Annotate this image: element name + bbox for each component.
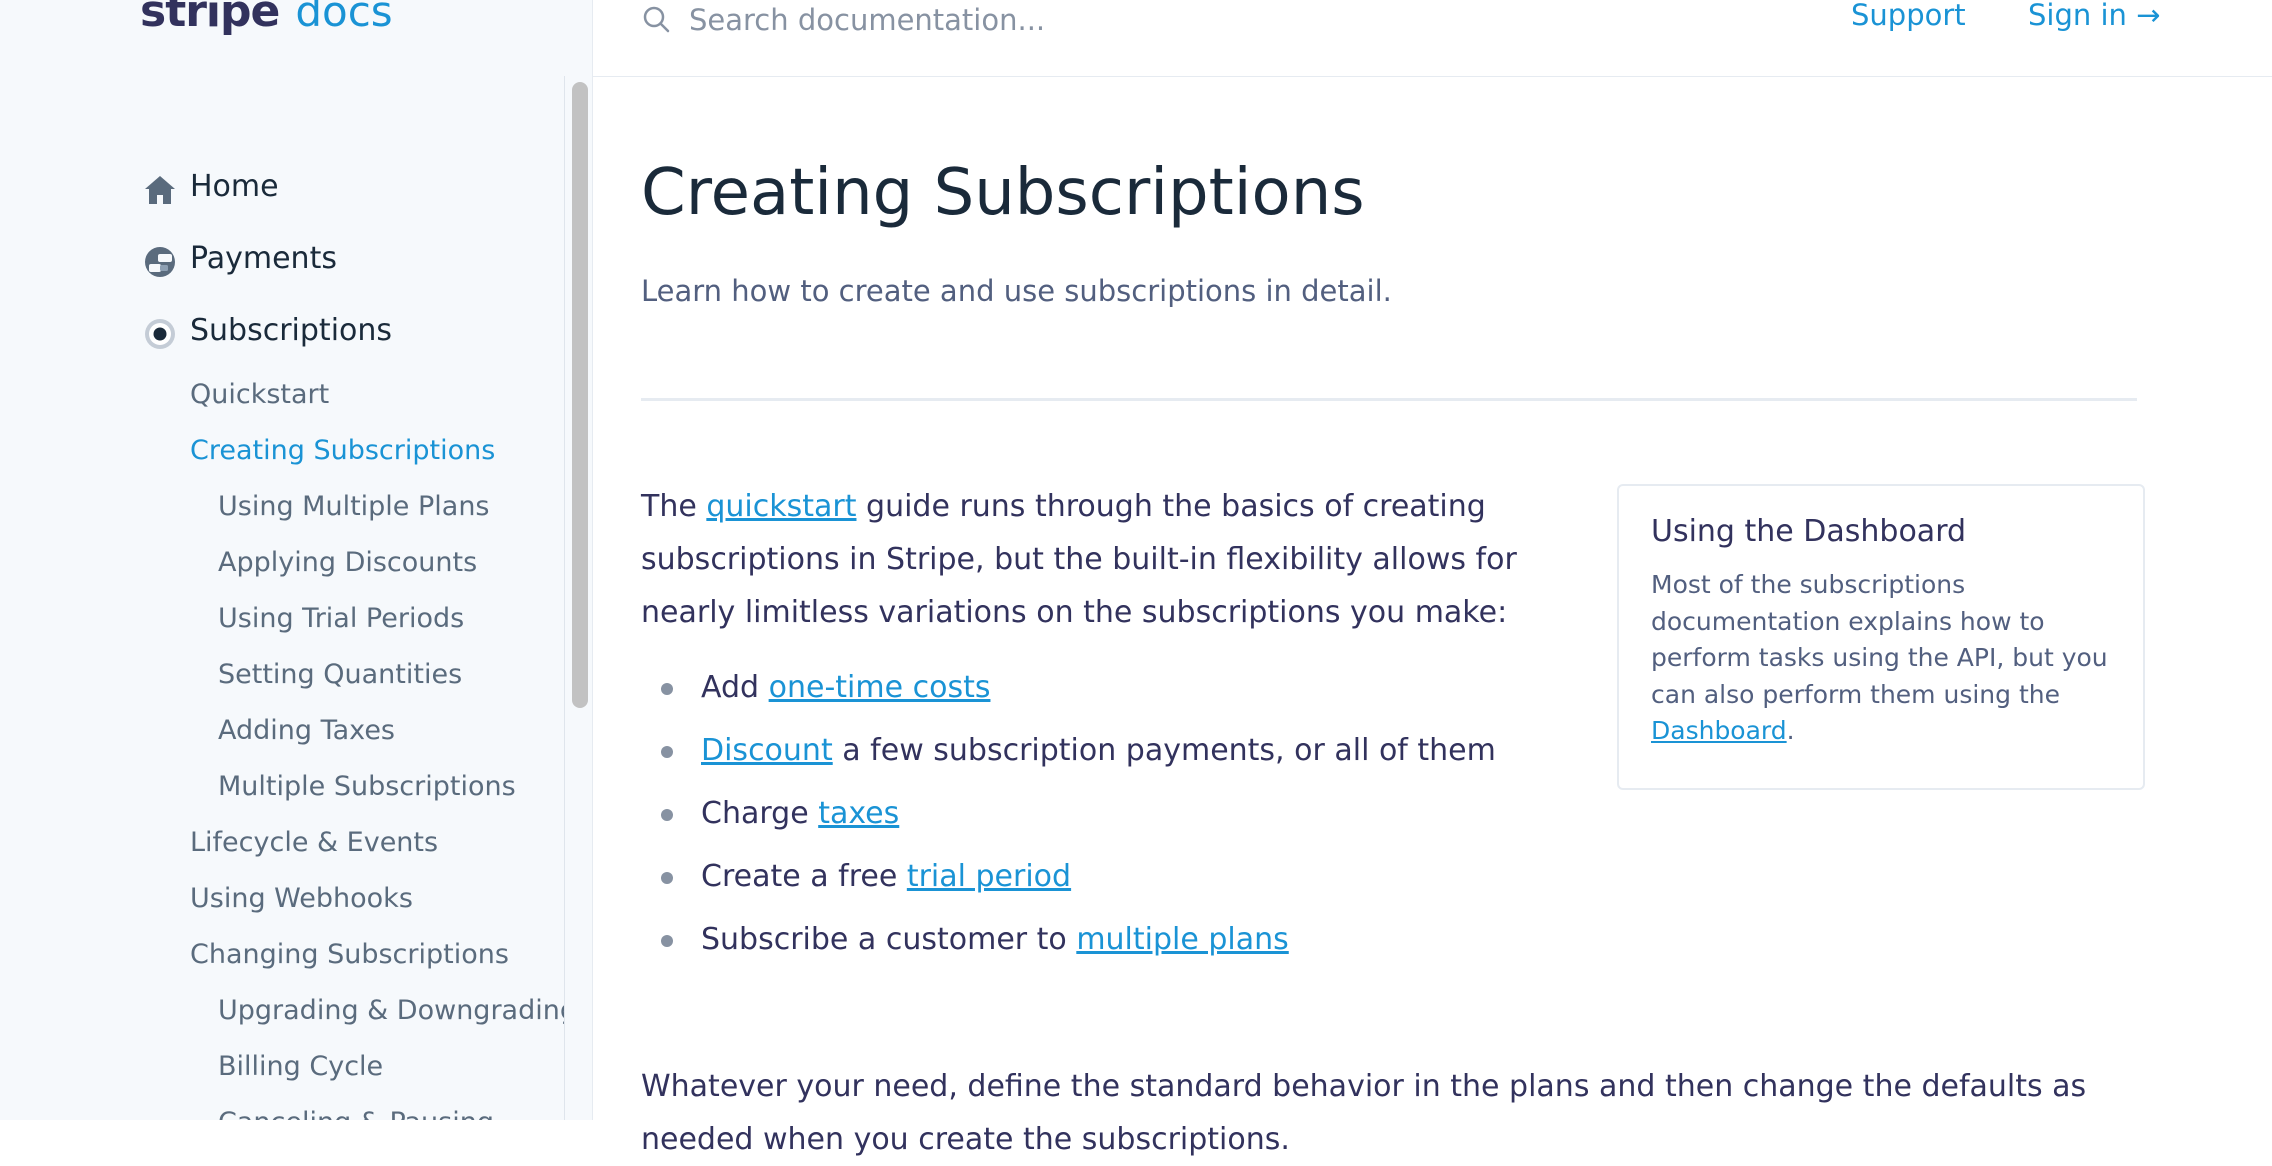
callout-body: Most of the subscriptions documentation … [1651,567,2111,750]
dashboard-link[interactable]: Dashboard [1651,716,1787,745]
logo-suffix: docs [295,0,393,36]
taxes-link[interactable]: taxes [818,796,899,831]
list-item: Subscribe a customer to multiple plans [641,908,1641,971]
page-title: Creating Subscriptions [641,156,1365,230]
sidebar-item-home[interactable]: Home [0,150,560,222]
sidebar-item-changing-subscriptions[interactable]: Changing Subscriptions [0,926,560,982]
list-item: Create a free trial period [641,845,1641,908]
page-subtitle: Learn how to create and use subscription… [641,274,1392,308]
section-divider [641,398,2137,401]
sidebar-nav: Home Payments Subscriptions Quickstart C… [0,150,577,1121]
sidebar-item-canceling-pausing[interactable]: Canceling & Pausing [0,1094,560,1121]
quickstart-link[interactable]: quickstart [706,489,856,524]
list-item: Add one-time costs [641,656,1641,719]
sidebar-item-upgrading-downgrading[interactable]: Upgrading & Downgrading [0,982,577,1038]
sidebar-item-applying-discounts[interactable]: Applying Discounts [0,534,560,590]
sidebar-item-using-webhooks[interactable]: Using Webhooks [0,870,560,926]
support-link[interactable]: Support [1851,0,1966,32]
home-icon [142,172,178,208]
callout-text: Most of the subscriptions documentation … [1651,570,2108,709]
list-item-text: Charge [701,796,819,831]
intro-text-pre: The [641,489,707,524]
logo-brand: stripe [140,0,280,37]
list-item: Charge taxes [641,782,1641,845]
sidebar-item-lifecycle-events[interactable]: Lifecycle & Events [0,814,560,870]
one-time-costs-link[interactable]: one-time costs [769,670,991,705]
list-item-text: Subscribe a customer to [701,922,1077,957]
sidebar-item-billing-cycle[interactable]: Billing Cycle [0,1038,560,1094]
sidebar-item-label: Subscriptions [190,312,393,348]
sidebar: stripe docs Home Payments Subscriptions … [0,0,593,1120]
intro-paragraph: The quickstart guide runs through the ba… [641,480,1581,639]
list-item: Discount a few subscription payments, or… [641,719,1641,782]
sidebar-item-quickstart[interactable]: Quickstart [0,366,560,422]
discount-link[interactable]: Discount [701,733,833,768]
sidebar-item-using-trial-periods[interactable]: Using Trial Periods [0,590,560,646]
sign-in-link[interactable]: Sign in → [2028,0,2160,32]
sidebar-item-using-multiple-plans[interactable]: Using Multiple Plans [0,478,560,534]
sidebar-scrollbar-thumb[interactable] [572,82,588,708]
sidebar-item-adding-taxes[interactable]: Adding Taxes [0,702,560,758]
stripe-docs-logo[interactable]: stripe docs [140,0,393,46]
outro-paragraph: Whatever your need, define the standard … [641,1069,2087,1157]
sidebar-item-subscriptions[interactable]: Subscriptions [0,294,560,366]
search-input[interactable] [687,0,1391,48]
main-content: Creating Subscriptions Learn how to crea… [593,76,2272,1157]
callout-text-end: . [1786,716,1795,745]
sidebar-item-creating-subscriptions[interactable]: Creating Subscriptions [0,422,560,478]
sidebar-item-multiple-subscriptions[interactable]: Multiple Subscriptions [0,758,560,814]
list-item-text: Add [701,670,769,705]
sidebar-item-setting-quantities[interactable]: Setting Quantities [0,646,560,702]
multiple-plans-link[interactable]: multiple plans [1076,922,1288,957]
dashboard-callout: Using the Dashboard Most of the subscrip… [1617,484,2145,790]
feature-list: Add one-time costs Discount a few subscr… [641,656,1641,971]
callout-title: Using the Dashboard [1651,514,1967,549]
sidebar-item-payments[interactable]: Payments [0,222,560,294]
top-header: Support Sign in → [593,0,2272,77]
search-icon [641,4,673,36]
payments-icon [142,244,178,280]
subscriptions-icon [142,316,178,352]
list-item-text: Create a free [701,859,907,894]
trial-period-link[interactable]: trial period [907,859,1071,894]
list-item-text: a few subscription payments, or all of t… [832,733,1496,768]
